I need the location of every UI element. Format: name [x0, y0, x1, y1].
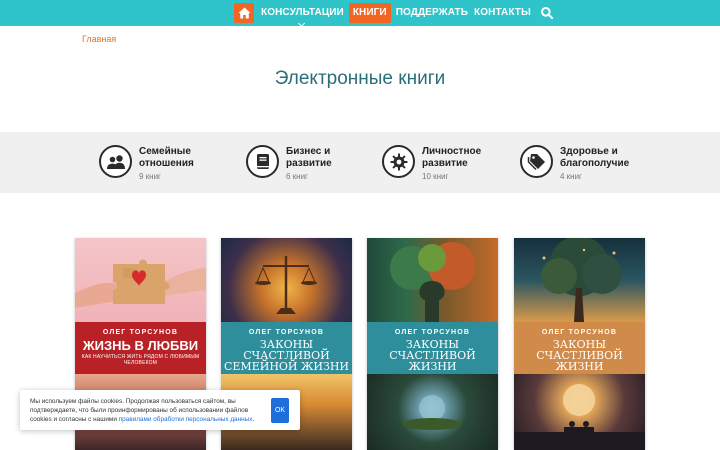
puzzle-heart-illustration	[75, 259, 206, 308]
scales-illustration	[255, 256, 317, 314]
category-count: 10 книг	[422, 172, 449, 181]
categories-band: Семейные отношения 9 книг Бизнес и развити…	[0, 132, 720, 193]
search-button[interactable]	[540, 6, 554, 20]
people-icon	[106, 154, 125, 169]
category-icon-circle	[246, 145, 279, 178]
category-text: Здоровье и благополучие 4 книг	[560, 146, 629, 181]
gear-icon	[390, 153, 407, 170]
nav-item-contacts[interactable]: КОНТАКТЫ	[471, 3, 534, 23]
cookie-message: Мы используем файлы cookies. Продолжая п…	[30, 398, 255, 423]
book-title: ЖИЗНЬ В ЛЮБВИ	[82, 338, 199, 353]
cookie-ok-button[interactable]: OK	[271, 398, 289, 423]
category-name: Бизнес и развитие	[286, 146, 332, 169]
category-name: Личностное развитие	[422, 146, 482, 169]
privacy-policy-link[interactable]: правилами обработки персональных данных	[119, 416, 253, 423]
chevron-down-icon	[298, 19, 306, 28]
tag-icon	[527, 153, 545, 170]
book-cover-image	[75, 238, 206, 322]
nav-item-label: КОНТАКТЫ	[474, 7, 531, 18]
book-card[interactable]: ОЛЕГ ТОРСУНОВ ЗАКОНЫ СЧАСТЛИВОЙ ЖИЗНИ ТО…	[367, 238, 498, 450]
book-icon	[256, 154, 269, 169]
category-name: Здоровье и благополучие	[560, 146, 630, 169]
category-count: 4 книг	[560, 172, 582, 181]
category-icon-circle	[382, 145, 415, 178]
book-card[interactable]: ОЛЕГ ТОРСУНОВ ЗАКОНЫ СЧАСТЛИВОЙ ЖИЗНИ ТО…	[514, 238, 645, 450]
top-navigation-bar: КОНСУЛЬТАЦИИ КНИГИ ПОДДЕРЖАТЬ КОНТАКТЫ	[0, 0, 720, 28]
category-count: 6 книг	[286, 172, 308, 181]
book-title-line: СЕМЕЙНОЙ ЖИЗНИ	[223, 360, 350, 373]
category-icon-circle	[520, 145, 553, 178]
book-author: ОЛЕГ ТОРСУНОВ	[102, 329, 179, 336]
book-title-band: ОЛЕГ ТОРСУНОВ ЖИЗНЬ В ЛЮБВИ КАК НАУЧИТЬС…	[75, 322, 206, 374]
nav-item-books[interactable]: КНИГИ	[348, 3, 391, 23]
home-icon	[238, 7, 250, 19]
book-title-line: СЧАСТЛИВОЙ ЖИЗНИ	[536, 349, 623, 373]
tree-head-illustration	[390, 242, 476, 322]
moon-couple-illustration	[514, 384, 645, 450]
nav-item-label: ПОДДЕРЖАТЬ	[395, 7, 469, 18]
nav-item-support[interactable]: ПОДДЕРЖАТЬ	[393, 3, 471, 23]
nav-item-consultations[interactable]: КОНСУЛЬТАЦИИ	[258, 3, 347, 28]
book-cover-image	[367, 238, 498, 322]
cookie-banner: Мы используем файлы cookies. Продолжая п…	[20, 390, 300, 430]
category-text: Бизнес и развитие 6 книг	[286, 146, 332, 181]
category-family[interactable]: Семейные отношения 9 книг	[99, 145, 194, 181]
breadcrumb-home-link[interactable]: Главная	[82, 34, 116, 44]
nav-item-label: КНИГИ	[352, 7, 387, 18]
category-text: Личностное развитие 10 книг	[422, 146, 481, 181]
category-personal[interactable]: Личностное развитие 10 книг	[382, 145, 481, 181]
page-title: Электронные книги	[274, 68, 446, 89]
book-subtitle: КАК НАУЧИТЬСЯ ЖИТЬ РЯДОМ С ЛЮБИМЫМ ЧЕЛОВ…	[81, 354, 200, 366]
nav-item-label: КОНСУЛЬТАЦИИ	[261, 7, 344, 18]
category-business[interactable]: Бизнес и развитие 6 книг	[246, 145, 332, 181]
book-cover-bottom	[514, 374, 645, 450]
book-title-band: ОЛЕГ ТОРСУНОВ ЗАКОНЫ СЧАСТЛИВОЙ ЖИЗНИ ТО…	[367, 322, 498, 378]
book-author: ОЛЕГ ТОРСУНОВ	[541, 329, 618, 336]
book-title-line: СЧАСТЛИВОЙ ЖИЗНИ	[389, 349, 476, 373]
book-cover-image	[221, 238, 352, 322]
category-count: 9 книг	[139, 172, 161, 181]
book-cover-image	[514, 238, 645, 322]
book-cover-bottom	[367, 374, 498, 450]
book-title-band: ОЛЕГ ТОРСУНОВ ЗАКОНЫ СЧАСТЛИВОЙ ЖИЗНИ ТО…	[514, 322, 645, 378]
search-icon	[540, 7, 554, 20]
globe-illustration	[402, 395, 462, 430]
category-health[interactable]: Здоровье и благополучие 4 книг	[520, 145, 629, 181]
book-author: ОЛЕГ ТОРСУНОВ	[248, 329, 325, 336]
category-name: Семейные отношения	[139, 146, 194, 169]
tree-illustration	[541, 238, 622, 322]
book-author: ОЛЕГ ТОРСУНОВ	[394, 329, 471, 336]
home-button[interactable]	[234, 3, 254, 23]
book-title-band: ОЛЕГ ТОРСУНОВ ЗАКОНЫ СЧАСТЛИВОЙ СЕМЕЙНОЙ…	[221, 322, 352, 374]
category-text: Семейные отношения 9 книг	[139, 146, 194, 181]
main-nav: КОНСУЛЬТАЦИИ КНИГИ ПОДДЕРЖАТЬ КОНТАКТЫ	[234, 3, 554, 28]
category-icon-circle	[99, 145, 132, 178]
